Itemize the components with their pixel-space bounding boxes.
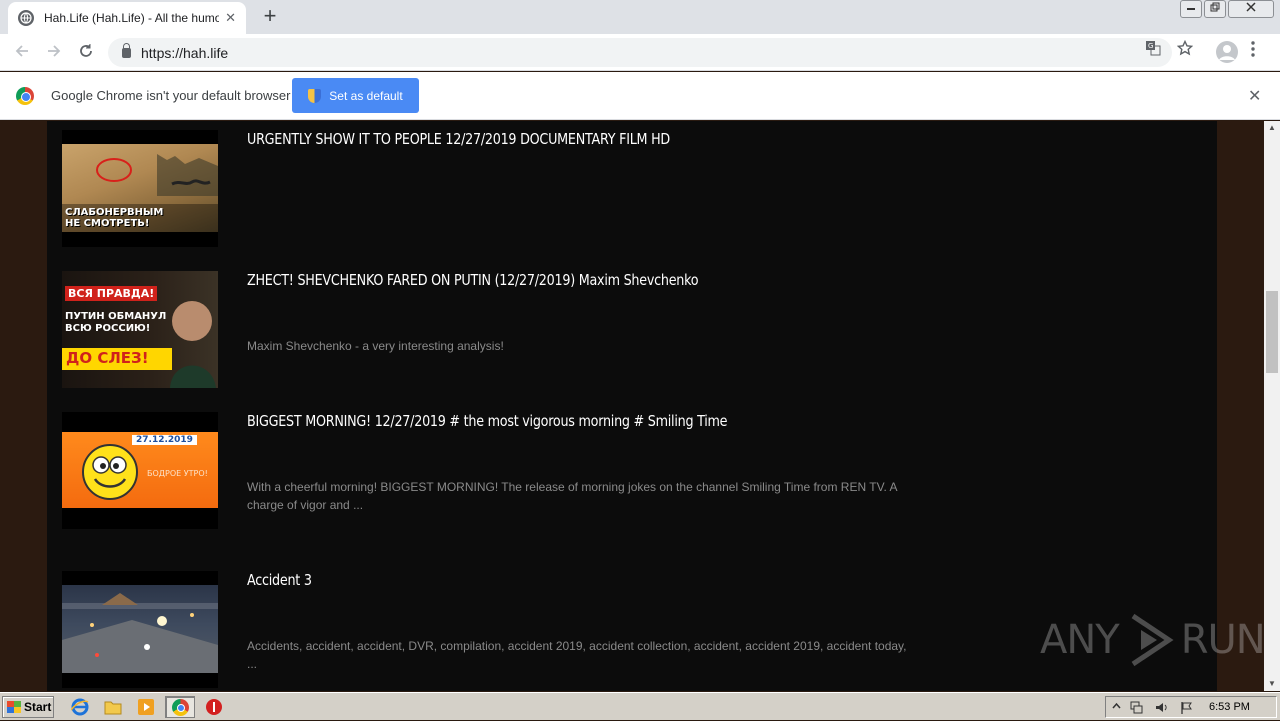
thumbnail-image: ВСЯ ПРАВДА! ПУТИН ОБМАНУЛ ВСЮ РОССИЮ! ДО… [62,271,218,388]
lock-icon [122,42,131,58]
url-text: https://hah.life [141,44,229,61]
play-icon [1131,613,1174,667]
tab-close-icon[interactable]: ✕ [225,10,236,26]
infobar-message: Google Chrome isn't your default browser [51,88,291,103]
chrome-taskbar-button[interactable] [165,696,195,718]
media-player-icon[interactable] [137,698,155,716]
windows-taskbar: Start 6:53 PM [0,692,1280,720]
window-controls [1180,0,1274,18]
network-icon[interactable] [1130,701,1143,714]
video-item[interactable]: ВСЯ ПРАВДА! ПУТИН ОБМАНУЛ ВСЮ РОССИЮ! ДО… [62,271,922,388]
video-thumbnail[interactable]: 27.12.2019 БОДРОЕ УТРО! [62,412,218,529]
bookmark-star-icon[interactable] [1176,39,1194,60]
globe-icon [18,10,34,26]
address-bar[interactable]: https://hah.life [108,38,1172,67]
video-title[interactable]: ZHECT! SHEVCHENKO FARED ON PUTIN (12/27/… [247,271,699,289]
chrome-logo-icon [16,87,34,105]
windows-logo-icon [7,701,21,713]
video-thumbnail[interactable] [62,571,218,688]
page-scrollbar[interactable]: ▲ ▼ [1264,121,1280,691]
browser-tab[interactable]: Hah.Life (Hah.Life) - All the humor in ✕ [8,2,246,34]
smiley-icon [82,444,138,500]
taskbar-clock[interactable]: 6:53 PM [1209,701,1250,713]
watermark-text-left: ANY [1040,617,1120,663]
thumbnail-caption: СЛАБОНЕРВНЫМ НЕ СМОТРЕТЬ! [65,207,164,229]
video-title[interactable]: Accident 3 [247,571,312,589]
thumbnail-caption-bottom: ДО СЛЕЗ! [66,349,149,367]
anyrun-watermark: ANY RUN [1040,612,1266,668]
thumbnail-image [62,585,218,673]
new-tab-button[interactable]: + [258,4,282,28]
video-item[interactable]: Accident 3 Accidents, accident, accident… [62,571,922,688]
watermark-text-right: RUN [1180,617,1266,663]
start-button[interactable]: Start [2,696,54,718]
video-description: Accidents, accident, accident, DVR, comp… [247,639,907,671]
thumbnail-image: СЛАБОНЕРВНЫМ НЕ СМОТРЕТЬ! [62,144,218,232]
video-thumbnail[interactable]: ВСЯ ПРАВДА! ПУТИН ОБМАНУЛ ВСЮ РОССИЮ! ДО… [62,271,218,388]
action-center-flag-icon[interactable] [1180,701,1193,714]
video-description: With a cheerful morning! BIGGEST MORNING… [247,480,897,512]
browser-toolbar: https://hah.life G [0,34,1280,71]
minimize-button[interactable] [1180,0,1202,18]
stop-sign-icon[interactable] [205,698,223,716]
back-arrow-icon[interactable] [10,41,34,65]
scroll-down-arrow-icon[interactable]: ▼ [1264,677,1280,691]
forward-arrow-icon[interactable] [42,41,66,65]
video-thumbnail[interactable]: СЛАБОНЕРВНЫМ НЕ СМОТРЕТЬ! [62,130,218,247]
default-browser-infobar: Google Chrome isn't your default browser… [0,72,1280,120]
video-title[interactable]: BIGGEST MORNING! 12/27/2019 # the most v… [247,412,728,430]
page-viewport: СЛАБОНЕРВНЫМ НЕ СМОТРЕТЬ! URGENTLY SHOW … [0,121,1264,691]
folder-icon[interactable] [104,698,122,716]
volume-icon[interactable] [1155,701,1168,714]
thumbnail-text: БОДРОЕ УТРО! [147,469,208,478]
video-description: Maxim Shevchenko - a very interesting an… [247,339,504,353]
internet-explorer-icon[interactable] [70,698,89,716]
thumbnail-date: 27.12.2019 [132,435,197,445]
video-item[interactable]: 27.12.2019 БОДРОЕ УТРО! BIGGEST MORNING!… [62,412,922,529]
translate-icon[interactable]: G [1145,40,1161,60]
reload-icon[interactable] [74,41,98,65]
set-default-button[interactable]: Set as default [292,78,419,113]
video-list: СЛАБОНЕРВНЫМ НЕ СМОТРЕТЬ! URGENTLY SHOW … [47,121,1217,691]
system-tray [1105,696,1277,718]
restore-button[interactable] [1204,0,1226,18]
video-title[interactable]: URGENTLY SHOW IT TO PEOPLE 12/27/2019 DO… [247,130,670,148]
infobar-close-icon[interactable]: ✕ [1248,86,1261,106]
tab-title: Hah.Life (Hah.Life) - All the humor in [44,11,220,25]
video-item[interactable]: СЛАБОНЕРВНЫМ НЕ СМОТРЕТЬ! URGENTLY SHOW … [62,130,922,247]
chrome-icon [172,699,189,716]
svg-text:G: G [1148,42,1153,50]
shield-icon [308,88,322,103]
scroll-thumb[interactable] [1266,291,1278,373]
thumbnail-caption-top: ВСЯ ПРАВДА! [65,286,158,301]
menu-dots-icon[interactable] [1250,40,1256,63]
tab-strip: Hah.Life (Hah.Life) - All the humor in ✕… [0,0,1280,34]
thumbnail-image: 27.12.2019 БОДРОЕ УТРО! [62,432,218,508]
scroll-up-arrow-icon[interactable]: ▲ [1264,121,1280,135]
window-close-button[interactable] [1228,0,1274,18]
tray-expand-icon[interactable] [1110,701,1123,714]
set-default-label: Set as default [329,88,403,103]
thumbnail-caption-mid: ПУТИН ОБМАНУЛ ВСЮ РОССИЮ! [65,311,167,334]
start-label: Start [24,700,52,714]
profile-avatar-icon[interactable] [1216,41,1238,63]
